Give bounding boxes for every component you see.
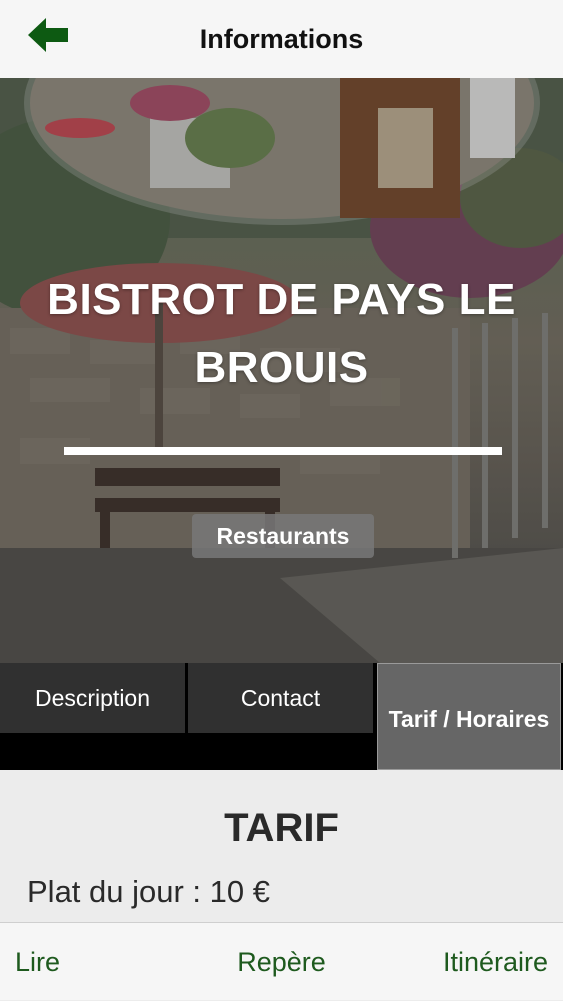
info-tabs: Description Contact Tarif / Horaires — [0, 663, 563, 770]
tab-tarif-horaires[interactable]: Tarif / Horaires — [377, 663, 561, 770]
lire-link[interactable]: Lire — [15, 923, 60, 1001]
page-title: Informations — [199, 24, 364, 54]
tab-contact[interactable]: Contact — [188, 663, 373, 733]
price-line: Plat du jour : 10 € — [27, 874, 270, 909]
hero-banner: BISTROT DE PAYS LE BROUIS Restaurants — [0, 78, 563, 663]
establishment-name: BISTROT DE PAYS LE BROUIS — [47, 275, 516, 392]
bottom-toolbar: Repère Lire Itinéraire — [0, 922, 563, 1000]
section-title: TARIF — [224, 806, 339, 850]
category-badge: Restaurants — [192, 514, 374, 558]
navigation-bar: Informations — [0, 0, 563, 79]
tab-description[interactable]: Description — [0, 663, 185, 733]
title-divider — [64, 447, 502, 455]
itineraire-link[interactable]: Itinéraire — [443, 923, 548, 1001]
tab-content: TARIF Plat du jour : 10 € — [0, 770, 563, 922]
